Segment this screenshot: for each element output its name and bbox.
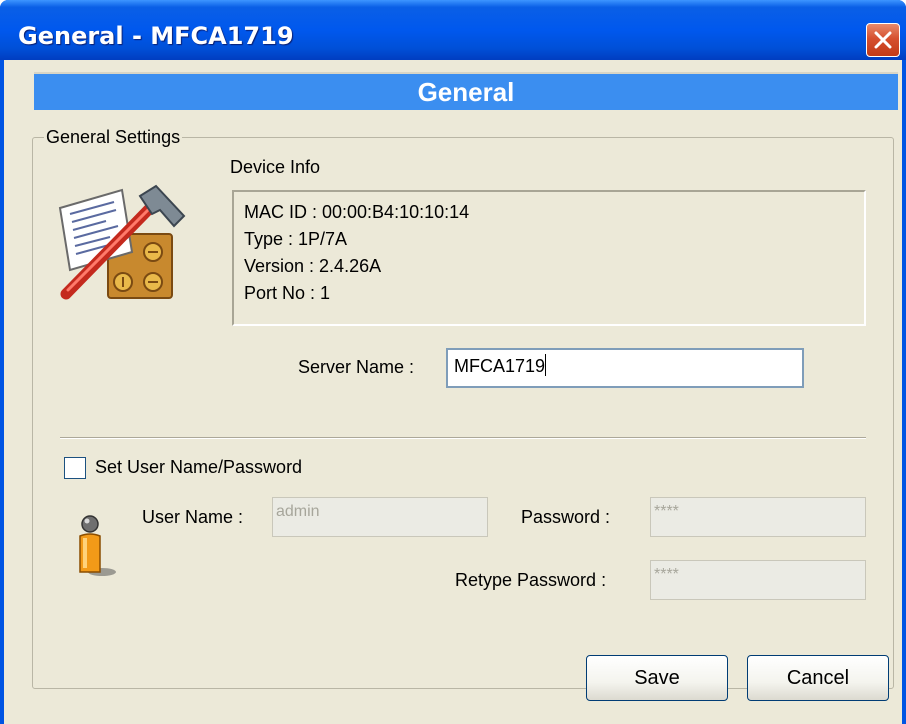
password-label: Password : bbox=[521, 507, 611, 527]
set-credentials-checkbox[interactable] bbox=[64, 457, 86, 479]
password-value: **** bbox=[654, 503, 679, 520]
device-info-label: Device Info bbox=[230, 157, 321, 177]
server-name-value: MFCA1719 bbox=[454, 356, 546, 376]
retype-password-input[interactable]: **** bbox=[650, 560, 866, 600]
general-settings-legend: General Settings bbox=[44, 127, 183, 148]
close-icon bbox=[874, 31, 892, 49]
window-title: General - MFCA1719 bbox=[18, 22, 294, 50]
dialog-window: General - MFCA1719 General General Setti… bbox=[0, 0, 906, 724]
save-button[interactable]: Save bbox=[586, 655, 728, 701]
device-info-box: MAC ID : 00:00:B4:10:10:14 Type : 1P/7A … bbox=[232, 190, 866, 326]
section-header: General bbox=[34, 72, 898, 110]
section-divider bbox=[60, 437, 866, 439]
port-no-text: Port No : 1 bbox=[244, 283, 331, 303]
user-icon bbox=[79, 515, 116, 576]
title-bar[interactable]: General - MFCA1719 bbox=[0, 0, 906, 60]
user-name-input[interactable]: admin bbox=[272, 497, 488, 537]
user-name-value: admin bbox=[276, 503, 320, 520]
dialog-body: General General Settings Device Info MAC… bbox=[4, 60, 902, 724]
version-text: Version : 2.4.26A bbox=[244, 256, 382, 276]
text-caret bbox=[545, 354, 547, 376]
mac-id-text: MAC ID : 00:00:B4:10:10:14 bbox=[244, 202, 470, 222]
retype-password-label: Retype Password : bbox=[455, 570, 607, 590]
password-input[interactable]: **** bbox=[650, 497, 866, 537]
retype-password-value: **** bbox=[654, 566, 679, 583]
cancel-button[interactable]: Cancel bbox=[747, 655, 889, 701]
set-credentials-label[interactable]: Set User Name/Password bbox=[95, 457, 302, 478]
document-hammer-settings-icon bbox=[58, 184, 186, 300]
user-name-label: User Name : bbox=[142, 507, 244, 527]
section-header-title: General bbox=[417, 77, 515, 107]
server-name-input[interactable]: MFCA1719 bbox=[446, 348, 804, 388]
close-button[interactable] bbox=[866, 23, 900, 57]
server-name-label: Server Name : bbox=[298, 357, 415, 377]
device-type-text: Type : 1P/7A bbox=[244, 229, 348, 249]
